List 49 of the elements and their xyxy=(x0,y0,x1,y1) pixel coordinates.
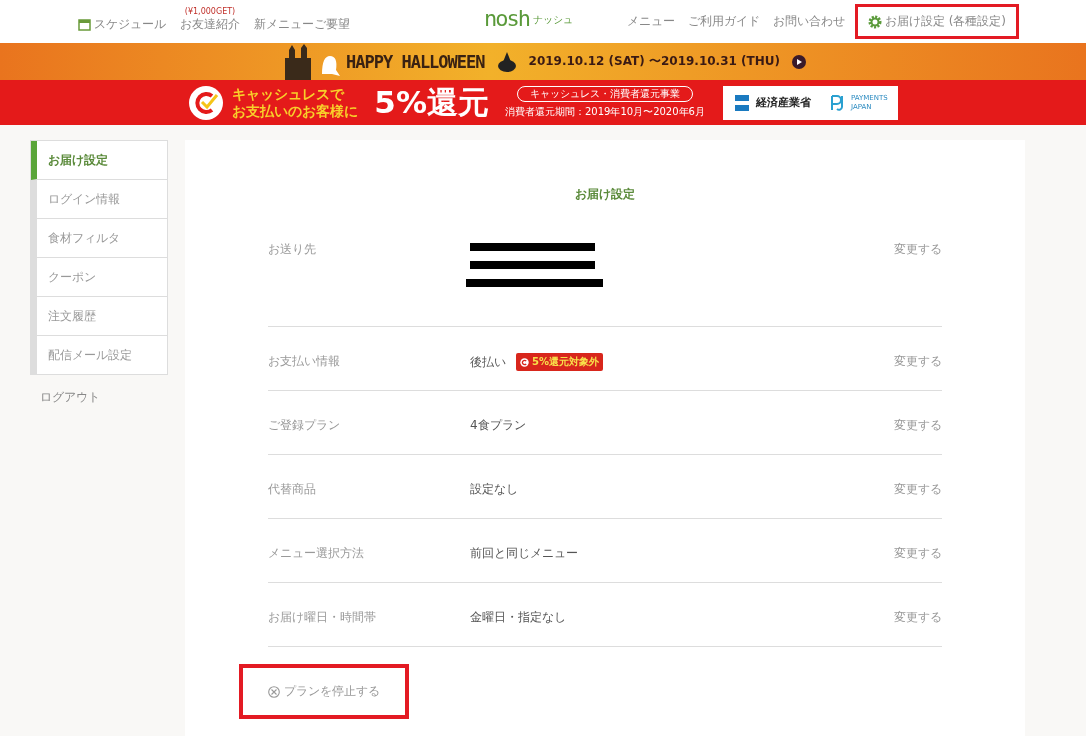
nav-link[interactable]: (¥1,000GET) お友達紹介 xyxy=(180,6,240,37)
sidebar-item[interactable]: 注文履歴 xyxy=(31,297,167,336)
nav-link[interactable]: メニュー xyxy=(626,7,675,36)
banner-headline: 5%還元 xyxy=(374,82,489,122)
change-link[interactable]: 変更する xyxy=(894,241,942,258)
row-label: お届け曜日・時間帯 xyxy=(268,609,377,626)
row-label: メニュー選択方法 xyxy=(268,545,365,562)
sidebar-item[interactable]: 配信メール設定 xyxy=(31,336,167,374)
payments-logo-icon xyxy=(829,93,846,112)
banner-title: HAPPY HALLOWEEN xyxy=(346,51,485,72)
banner-dates: 2019.10.12 (SAT) 〜2019.10.31 (THU) xyxy=(528,53,780,70)
nav-link[interactable]: お問い合わせ xyxy=(772,7,845,36)
row-value: 後払い xyxy=(470,353,506,371)
row-label: ご登録プラン xyxy=(268,417,341,434)
sidebar-item[interactable]: クーポン xyxy=(31,258,167,297)
cashless-logo-icon xyxy=(188,84,225,121)
sidebar-item[interactable]: 食材フィルタ xyxy=(31,219,167,258)
change-link[interactable]: 変更する xyxy=(894,481,942,498)
nav-link[interactable]: 新メニューご要望 xyxy=(254,11,350,37)
stop-plan-link[interactable]: プランを停止する xyxy=(243,668,405,715)
halloween-banner[interactable]: HAPPY HALLOWEEN 2019.10.12 (SAT) 〜2019.10.31 (THU) xyxy=(0,43,1086,80)
sidebar-item[interactable]: お届け設定 xyxy=(31,141,167,180)
row-value: 設定なし xyxy=(470,481,518,498)
row-value: 前回と同じメニュー xyxy=(470,545,578,562)
banner-text: お支払いのお客様に xyxy=(232,102,359,120)
change-link[interactable]: 変更する xyxy=(894,417,942,434)
change-link[interactable]: 変更する xyxy=(894,545,942,562)
reward-label: (¥1,000GET) xyxy=(184,6,236,16)
nav-link[interactable]: スケジュール xyxy=(78,11,166,37)
row-label: お支払い情報 xyxy=(268,353,341,370)
sidebar-item[interactable]: ログイン情報 xyxy=(31,180,167,219)
page-title: お届け設定 xyxy=(574,186,636,203)
row-label: 代替商品 xyxy=(268,481,317,498)
row-value: 金曜日・指定なし xyxy=(470,609,566,626)
banner-period: 消費者還元期間：2019年10月〜2020年6月 xyxy=(504,105,705,119)
change-link[interactable]: 変更する xyxy=(894,609,942,626)
calendar-icon xyxy=(78,17,91,31)
settings-icon xyxy=(867,14,882,29)
nav-link[interactable]: お届け設定 (各種設定) xyxy=(857,7,1016,36)
row-value: 4食プラン xyxy=(470,417,526,434)
ministry-name: 経済産業省 xyxy=(755,95,811,110)
row-label: お送り先 xyxy=(268,241,317,258)
change-link[interactable]: 変更する xyxy=(894,353,942,370)
status-badge: 5%還元対象外 xyxy=(516,353,603,371)
logout-link[interactable]: ログアウト xyxy=(30,375,168,406)
banner-text: キャッシュレスで xyxy=(232,85,346,103)
play-icon xyxy=(792,54,806,69)
cancel-icon xyxy=(268,685,280,698)
nav-link[interactable]: ご利用ガイド xyxy=(687,7,760,36)
